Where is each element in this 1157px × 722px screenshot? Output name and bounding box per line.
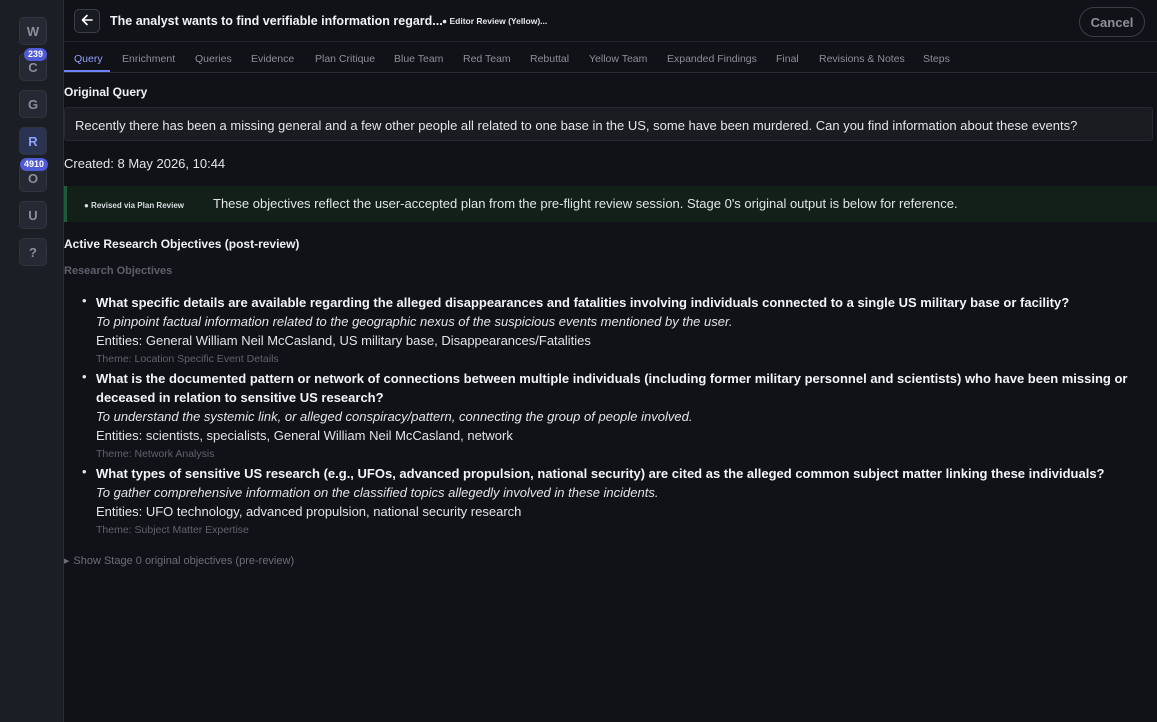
caret-right-icon: ▶ [64, 558, 70, 565]
tab-evidence[interactable]: Evidence [251, 53, 294, 65]
objective-theme: Theme: Location Specific Event Details [96, 353, 279, 365]
rail-button-w[interactable]: W [19, 17, 47, 45]
tab-query[interactable]: Query [74, 53, 103, 65]
list-item: • What is the documented pattern or netw… [82, 369, 1136, 464]
tab-plan-critique[interactable]: Plan Critique [315, 53, 375, 65]
revised-notice: ● Revised via Plan Review These objectiv… [64, 186, 1157, 222]
objectives-list: • What specific details are available re… [82, 293, 1136, 540]
tab-blue-team[interactable]: Blue Team [394, 53, 443, 65]
page-title: The analyst wants to find verifiable inf… [110, 14, 443, 28]
rail-button-r[interactable]: R [19, 127, 47, 155]
header: The analyst wants to find verifiable inf… [64, 0, 1157, 42]
cancel-button[interactable]: Cancel [1079, 7, 1145, 37]
objective-rationale: To gather comprehensive information on t… [96, 485, 659, 500]
main-panel: The analyst wants to find verifiable inf… [64, 0, 1157, 722]
objective-rationale: To understand the systemic link, or alle… [96, 409, 693, 424]
tab-revisions-notes[interactable]: Revisions & Notes [819, 53, 905, 65]
app-window: W C 239 G R O 4910 U ? The analyst wants… [0, 0, 1157, 722]
objective-entities: Entities: scientists, specialists, Gener… [96, 428, 513, 443]
objective-theme: Theme: Subject Matter Expertise [96, 524, 249, 536]
tab-bar: Query Enrichment Queries Evidence Plan C… [64, 47, 1157, 73]
revised-badge: ● Revised via Plan Review [84, 201, 184, 210]
objective-rationale: To pinpoint factual information related … [96, 314, 733, 329]
back-button[interactable] [74, 9, 100, 33]
status-badge: ● Editor Review (Yellow)... [442, 16, 548, 26]
rail-button-help[interactable]: ? [19, 238, 47, 266]
show-original-objectives-toggle[interactable]: ▶ Show Stage 0 original objectives (pre-r… [64, 555, 294, 567]
list-item: • What types of sensitive US research (e… [82, 464, 1136, 540]
count-badge: 4910 [20, 158, 49, 171]
left-rail: W C 239 G R O 4910 U ? [0, 0, 64, 722]
list-item: • What specific details are available re… [82, 293, 1136, 369]
tab-queries[interactable]: Queries [195, 53, 232, 65]
tab-yellow-team[interactable]: Yellow Team [589, 53, 647, 65]
notice-text: These objectives reflect the user-accept… [213, 196, 958, 211]
rail-button-g[interactable]: G [19, 90, 47, 118]
original-query-heading: Original Query [64, 85, 148, 99]
research-objectives-label: Research Objectives [64, 265, 173, 277]
rail-button-u[interactable]: U [19, 201, 47, 229]
tab-final[interactable]: Final [776, 53, 799, 65]
objective-theme: Theme: Network Analysis [96, 448, 215, 460]
tab-red-team[interactable]: Red Team [463, 53, 511, 65]
arrow-left-icon [81, 13, 93, 29]
tab-steps[interactable]: Steps [923, 53, 950, 65]
objective-entities: Entities: UFO technology, advanced propu… [96, 504, 522, 519]
objective-question: What specific details are available rega… [96, 295, 1070, 310]
tab-expanded-findings[interactable]: Expanded Findings [667, 53, 757, 65]
original-query-box: Recently there has been a missing genera… [64, 107, 1153, 141]
objective-entities: Entities: General William Neil McCasland… [96, 333, 591, 348]
objective-question: What types of sensitive US research (e.g… [96, 466, 1105, 481]
bullet: • [82, 369, 87, 384]
objective-question: What is the documented pattern or networ… [96, 371, 1128, 405]
created-timestamp: Created: 8 May 2026, 10:44 [64, 156, 226, 171]
show-original-label: Show Stage 0 original objectives (pre-re… [73, 555, 295, 567]
active-objectives-heading: Active Research Objectives (post-review) [64, 237, 300, 251]
bullet: • [82, 464, 87, 479]
bullet: • [82, 293, 87, 308]
tab-rebuttal[interactable]: Rebuttal [530, 53, 569, 65]
active-tab-indicator [64, 70, 110, 72]
tab-enrichment[interactable]: Enrichment [122, 53, 175, 65]
count-badge: 239 [24, 48, 48, 61]
